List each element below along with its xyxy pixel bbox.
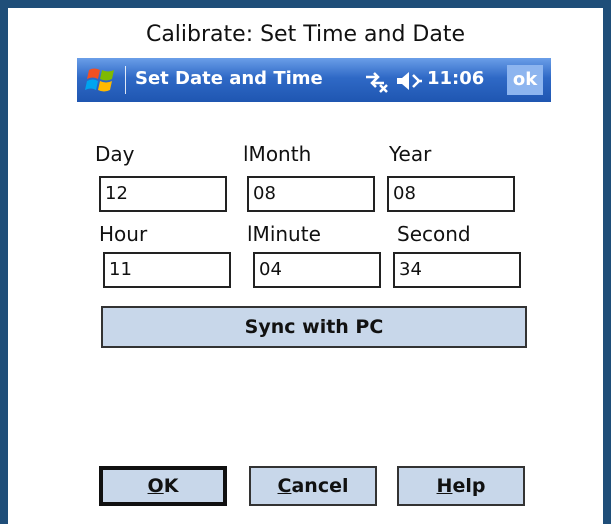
year-field[interactable]: 08	[387, 176, 515, 212]
second-label: Second	[397, 222, 471, 246]
device-screen: Set Date and Time 11:06 ok Day lMonth Ye…	[77, 58, 551, 524]
day-label: Day	[95, 142, 135, 166]
speaker-icon[interactable]	[395, 69, 423, 93]
month-field[interactable]: 08	[247, 176, 375, 212]
year-label: Year	[389, 142, 432, 166]
sync-with-pc-button[interactable]: Sync with PC	[101, 306, 527, 348]
day-field[interactable]: 12	[99, 176, 227, 212]
month-label: lMonth	[243, 142, 312, 166]
title-bar: Set Date and Time 11:06 ok	[77, 58, 551, 102]
help-button[interactable]: Help	[397, 466, 525, 506]
minute-field[interactable]: 04	[253, 252, 381, 288]
clock[interactable]: 11:06	[427, 68, 484, 89]
ok-button[interactable]: OK	[99, 466, 227, 506]
help-button-mnemonic: H	[436, 475, 453, 497]
connectivity-icon[interactable]	[364, 69, 388, 93]
title-separator	[125, 66, 126, 94]
help-button-label: elp	[452, 475, 486, 497]
ok-button-mnemonic: O	[147, 475, 164, 497]
hour-label: Hour	[99, 222, 148, 246]
windows-logo-icon[interactable]	[85, 64, 117, 96]
title-ok-button[interactable]: ok	[507, 65, 543, 95]
caption: Calibrate: Set Time and Date	[145, 22, 466, 47]
window-title: Set Date and Time	[135, 68, 323, 89]
second-field[interactable]: 34	[393, 252, 521, 288]
cancel-button-mnemonic: C	[277, 475, 292, 497]
minute-label: lMinute	[247, 222, 321, 246]
hour-field[interactable]: 11	[103, 252, 231, 288]
ok-button-label: K	[163, 475, 179, 497]
cancel-button[interactable]: Cancel	[249, 466, 377, 506]
cancel-button-label: ancel	[291, 475, 349, 497]
